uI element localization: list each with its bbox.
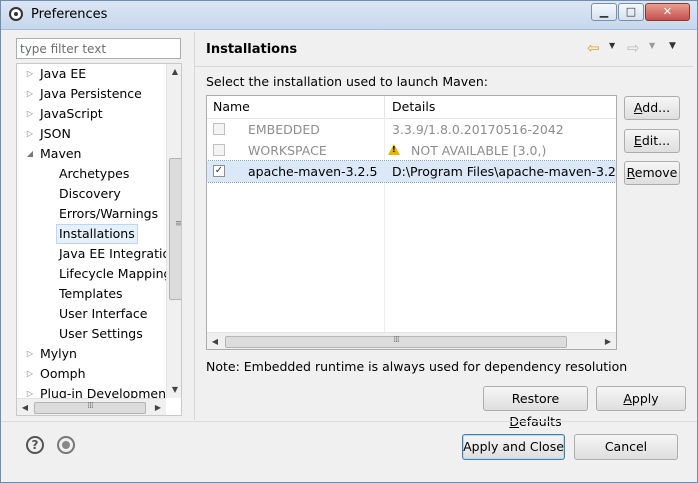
add-button[interactable]: Add... — [624, 96, 680, 120]
expand-arrow-icon[interactable]: ▷ — [25, 84, 35, 104]
back-arrow-icon[interactable]: ⇦ — [587, 40, 605, 56]
tree-item-label: JavaScript — [40, 106, 103, 121]
record-icon[interactable] — [57, 436, 75, 454]
title-bar[interactable]: Preferences ▁ □ ✕ — [1, 1, 697, 30]
maximize-button[interactable]: □ — [618, 3, 644, 21]
table-row[interactable]: WORKSPACE NOT AVAILABLE [3.0,) — [207, 140, 616, 161]
apply-and-close-button[interactable]: Apply and Close — [462, 434, 565, 460]
scroll-up-icon[interactable]: ▲ — [167, 64, 181, 80]
note-text: Note: Embedded runtime is always used fo… — [206, 359, 628, 374]
edit-button[interactable]: Edit... — [624, 129, 680, 153]
grip-icon: ⁞⁞⁞ — [87, 401, 94, 411]
scroll-thumb[interactable]: ≡ — [169, 158, 182, 300]
back-menu-chevron-icon[interactable]: ▼ — [609, 41, 615, 50]
tree-item-label: User Interface — [59, 306, 148, 321]
tree-item-label: Maven — [40, 146, 82, 161]
tree-item-label: Discovery — [59, 186, 121, 201]
apply-button[interactable]: Apply — [596, 386, 686, 411]
forward-arrow-icon[interactable]: ⇨ — [627, 40, 645, 56]
mnemonic: R — [626, 165, 635, 180]
table-row[interactable]: EMBEDDED 3.3.9/1.8.0.20170516-2042 — [207, 119, 616, 140]
cancel-button[interactable]: Cancel — [574, 434, 678, 460]
minimize-button[interactable]: ▁ — [591, 3, 617, 21]
tree-item-label: Errors/Warnings — [59, 206, 159, 221]
expand-arrow-icon[interactable]: ▷ — [25, 344, 35, 364]
tree-item-label: Lifecycle Mappings — [59, 266, 178, 281]
button-label: dd... — [642, 100, 671, 115]
tree-horizontal-scrollbar[interactable]: ◀ ⁞⁞⁞ ▶ — [17, 398, 166, 415]
mnemonic: E — [633, 133, 642, 148]
scroll-thumb[interactable]: ⁞⁞⁞ — [34, 401, 146, 414]
scroll-left-icon[interactable]: ◀ — [207, 333, 223, 349]
restore-defaults-button[interactable]: Restore Defaults — [483, 386, 588, 429]
column-header-name[interactable]: Name — [213, 96, 250, 118]
installation-details: D:\Program Files\apache-maven-3.2.5 — [392, 164, 617, 179]
preferences-tree: ▷ Java EE ▷ Java Persistence ▷ JavaScrip… — [16, 63, 182, 416]
forward-menu-chevron-icon[interactable]: ▼ — [649, 41, 655, 50]
tree-item-label: User Settings — [59, 326, 143, 341]
tree-item-label: Java Persistence — [40, 86, 142, 101]
expand-arrow-icon[interactable]: ▷ — [25, 104, 35, 124]
tree-item-label: Java EE — [40, 66, 87, 81]
scroll-right-icon[interactable]: ▶ — [600, 333, 616, 349]
tree-item-label: Java EE Integration — [59, 246, 179, 261]
column-divider[interactable] — [384, 96, 385, 118]
button-label: Restore — [511, 391, 560, 406]
table-header: Name Details — [207, 96, 616, 119]
tree-item-label: Archetypes — [59, 166, 130, 181]
title-divider — [195, 66, 693, 67]
scroll-thumb[interactable]: ⁞⁞⁞ — [225, 335, 567, 348]
row-checkbox[interactable]: ✓ — [213, 165, 225, 177]
footer-divider — [1, 421, 697, 422]
mnemonic: A — [623, 391, 632, 406]
installation-name: EMBEDDED — [248, 122, 320, 137]
installation-name: WORKSPACE — [248, 143, 327, 158]
column-header-details[interactable]: Details — [392, 96, 435, 118]
installation-name: apache-maven-3.2.5 — [248, 164, 378, 179]
row-checkbox[interactable] — [213, 123, 225, 135]
scroll-left-icon[interactable]: ◀ — [17, 399, 33, 415]
button-label: dit... — [641, 133, 671, 148]
expand-arrow-icon[interactable]: ▷ — [25, 124, 35, 144]
page-title: Installations — [206, 42, 298, 57]
expand-arrow-icon[interactable]: ▷ — [25, 364, 35, 384]
remove-button[interactable]: Remove — [624, 161, 680, 185]
tree-item-label: Templates — [59, 286, 123, 301]
installation-details: 3.3.9/1.8.0.20170516-2042 — [392, 122, 564, 137]
button-label: emove — [634, 165, 678, 180]
button-label: pply — [631, 391, 659, 406]
row-checkbox[interactable] — [213, 144, 225, 156]
installation-details: NOT AVAILABLE [3.0,) — [411, 143, 547, 158]
scroll-right-icon[interactable]: ▶ — [150, 399, 166, 415]
close-button[interactable]: ✕ — [645, 3, 690, 21]
preferences-window: Preferences ▁ □ ✕ ▷ Java EE ▷ Java Persi… — [0, 0, 698, 483]
window-title: Preferences — [31, 7, 108, 22]
view-menu-chevron-icon[interactable]: ▼ — [669, 41, 676, 51]
collapse-arrow-icon[interactable]: ◢ — [25, 144, 35, 164]
help-icon[interactable]: ? — [26, 436, 44, 454]
table-row[interactable]: ✓ apache-maven-3.2.5 D:\Program Files\ap… — [207, 160, 617, 183]
tree-vertical-scrollbar[interactable]: ▲ ≡ ▼ — [166, 64, 182, 398]
grip-icon: ≡ — [175, 219, 182, 229]
tree-item-label: JSON — [40, 126, 71, 141]
instruction-text: Select the installation used to launch M… — [206, 74, 488, 89]
expand-arrow-icon[interactable]: ▷ — [25, 64, 35, 84]
warning-icon — [388, 144, 400, 155]
app-icon — [9, 7, 23, 21]
tree-item-label: Installations — [56, 224, 138, 244]
tree-item-label: Oomph — [40, 366, 86, 381]
table-horizontal-scrollbar[interactable]: ◀ ⁞⁞⁞ ▶ — [207, 332, 616, 349]
scroll-down-icon[interactable]: ▼ — [167, 382, 181, 398]
filter-input[interactable] — [16, 38, 181, 59]
mnemonic: A — [633, 100, 643, 115]
installations-table: Name Details EMBEDDED 3.3.9/1.8.0.201705… — [206, 95, 617, 350]
grip-icon: ⁞⁞⁞ — [393, 335, 400, 345]
tree-item-label: Mylyn — [40, 346, 77, 361]
installations-page: Installations ⇦ ▼ ⇨ ▼ ▼ Select the insta… — [194, 32, 693, 429]
